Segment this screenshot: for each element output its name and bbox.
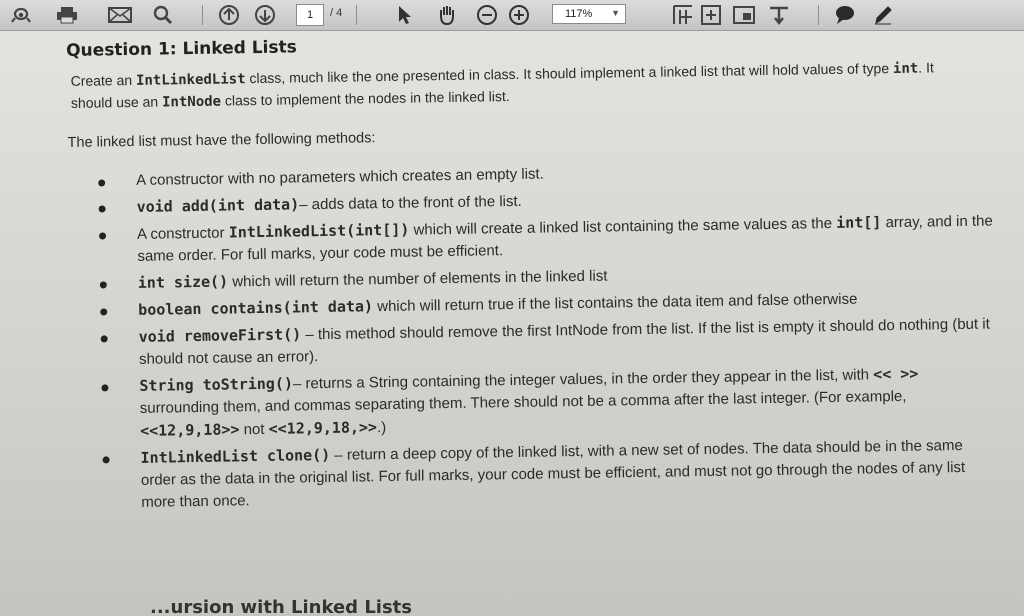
page-up-icon[interactable] xyxy=(218,4,240,26)
bullet-icon xyxy=(101,384,109,392)
mail-icon[interactable] xyxy=(108,4,132,26)
method-text: which will create a linked list containi… xyxy=(409,214,837,239)
list-item: String toString()– returns a String cont… xyxy=(71,361,1000,444)
fullscreen-icon[interactable] xyxy=(732,4,756,26)
chevron-down-icon: ▼ xyxy=(611,8,620,18)
intro-type: int xyxy=(892,60,919,78)
comment-icon[interactable] xyxy=(834,4,856,26)
bullet-icon xyxy=(99,281,107,289)
document-content: Question 1: Linked Lists Create an IntLi… xyxy=(66,31,1013,519)
method-signature: <<12,9,18>> xyxy=(139,420,240,440)
method-text: which will return true if the list conta… xyxy=(372,290,858,316)
method-signature: boolean contains(int data) xyxy=(138,297,374,319)
fit-width-icon[interactable] xyxy=(700,4,722,26)
bullet-icon xyxy=(100,335,108,343)
share-icon[interactable] xyxy=(10,4,32,26)
bullet-icon xyxy=(100,308,108,316)
intro-text: class, much like the one presented in cl… xyxy=(245,60,894,87)
intro-class-name: IntLinkedList xyxy=(135,71,246,89)
pen-icon[interactable] xyxy=(872,4,894,26)
method-text: A constructor xyxy=(136,224,229,243)
document-page: Question 1: Linked Lists Create an IntLi… xyxy=(0,31,1024,616)
method-text: .) xyxy=(376,419,387,437)
search-icon[interactable] xyxy=(152,4,174,26)
intro-text: Create an xyxy=(70,71,137,89)
zoom-out-icon[interactable] xyxy=(476,4,498,26)
method-text: – adds data to the front of the list. xyxy=(299,192,522,214)
method-signature: <<12,9,18,>> xyxy=(268,418,378,438)
hand-icon[interactable] xyxy=(436,4,458,26)
page-down-icon[interactable] xyxy=(254,4,276,26)
method-text: not xyxy=(239,420,269,439)
next-question-heading: ...ursion with Linked Lists xyxy=(150,597,412,616)
bullet-icon xyxy=(102,456,110,464)
method-signature: IntLinkedList(int[]) xyxy=(228,220,410,242)
list-item: IntLinkedList clone() – return a deep co… xyxy=(72,433,1001,515)
zoom-in-icon[interactable] xyxy=(508,4,530,26)
intro-paragraph: Create an IntLinkedList class, much like… xyxy=(70,57,971,115)
method-text: – returns a String containing the intege… xyxy=(292,366,874,393)
zoom-select[interactable]: 117% ▼ xyxy=(552,4,626,24)
method-signature: << >> xyxy=(873,364,919,384)
pdf-toolbar: 1 / 4 117% ▼ xyxy=(0,0,1024,31)
method-text: A constructor with no parameters which c… xyxy=(136,165,544,189)
method-signature: int[] xyxy=(836,213,882,232)
fit-page-icon[interactable] xyxy=(672,4,694,26)
page-total: / 4 xyxy=(330,7,343,19)
method-signature: IntLinkedList clone() xyxy=(140,445,331,467)
method-signature: void removeFirst() xyxy=(138,325,302,346)
intro-node-name: IntNode xyxy=(161,93,222,111)
method-signature: int size() xyxy=(137,272,229,292)
zoom-value: 117% xyxy=(565,8,593,20)
question-title: Question 1: Linked Lists xyxy=(66,37,297,61)
methods-list: A constructor with no parameters which c… xyxy=(68,156,1013,515)
methods-lead: The linked list must have the following … xyxy=(67,130,376,151)
pin-icon[interactable] xyxy=(768,4,790,26)
print-icon[interactable] xyxy=(56,4,78,26)
method-signature: void add(int data) xyxy=(136,195,300,216)
method-signature: String toString() xyxy=(139,374,294,395)
page-number-input[interactable]: 1 xyxy=(296,4,324,26)
bullet-icon xyxy=(98,205,106,213)
select-icon[interactable] xyxy=(394,4,416,26)
bullet-icon xyxy=(98,179,106,187)
bullet-icon xyxy=(99,232,107,240)
intro-text: class to implement the nodes in the link… xyxy=(220,88,510,109)
method-text: which will return the number of elements… xyxy=(227,267,608,291)
